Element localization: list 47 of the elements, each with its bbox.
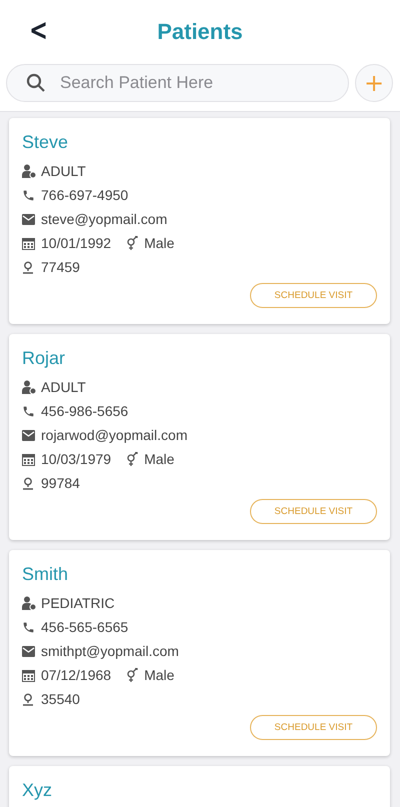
birth-date: 07/12/1968 — [41, 667, 112, 683]
gender-text: Male — [144, 451, 174, 467]
schedule-visit-button[interactable]: SCHEDULE VISIT — [250, 499, 377, 524]
phone-icon — [22, 404, 35, 418]
back-button[interactable]: < — [26, 13, 51, 48]
phone-number: 456-986-5656 — [41, 403, 128, 419]
search-field[interactable]: Search Patient Here — [6, 64, 349, 102]
zip-code: 35540 — [41, 691, 80, 707]
patient-name: Rojar — [22, 348, 66, 369]
birth-date: 10/01/1992 — [41, 235, 112, 251]
doctor-icon — [22, 380, 36, 394]
calendar-icon — [22, 452, 35, 466]
gender-icon — [125, 236, 140, 250]
gender-icon — [125, 452, 140, 466]
birth-date: 10/03/1979 — [41, 451, 112, 467]
patient-category: ADULT — [41, 163, 86, 179]
patient-name: Smith — [22, 564, 70, 585]
email-address: smithpt@yopmail.com — [41, 643, 179, 659]
email-address: steve@yopmail.com — [41, 211, 168, 227]
patient-name: Xyz — [22, 780, 54, 801]
calendar-icon — [22, 236, 35, 250]
patient-category: ADULT — [41, 379, 86, 395]
calendar-icon — [22, 668, 35, 682]
schedule-visit-button[interactable]: SCHEDULE VISIT — [250, 283, 377, 308]
location-icon — [22, 692, 34, 706]
mail-icon — [22, 430, 35, 440]
phone-icon — [22, 188, 35, 202]
gender-text: Male — [144, 667, 174, 683]
location-icon — [22, 260, 34, 274]
phone-number: 766-697-4950 — [41, 187, 128, 203]
mail-icon — [22, 214, 35, 224]
gender-text: Male — [144, 235, 174, 251]
schedule-visit-button[interactable]: SCHEDULE VISIT — [250, 715, 377, 740]
patient-name: Steve — [22, 132, 70, 153]
page-title: Patients — [157, 19, 243, 45]
doctor-icon — [22, 596, 36, 610]
mail-icon — [22, 646, 35, 656]
phone-number: 456-565-6565 — [41, 619, 128, 635]
phone-icon — [22, 620, 35, 634]
zip-code: 99784 — [41, 475, 80, 491]
gender-icon — [125, 668, 140, 682]
location-icon — [22, 476, 34, 490]
patient-category: PEDIATRIC — [41, 595, 115, 611]
zip-code: 77459 — [41, 259, 80, 275]
add-button[interactable]: + — [355, 64, 393, 102]
doctor-icon — [22, 164, 36, 178]
email-address: rojarwod@yopmail.com — [41, 427, 188, 443]
